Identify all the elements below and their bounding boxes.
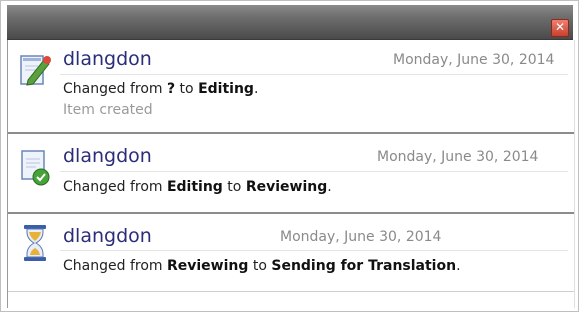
entry-separator [8,132,574,134]
close-icon: ✕ [554,20,566,34]
entry-divider [60,74,568,75]
close-button[interactable]: ✕ [551,19,569,37]
approved-document-icon [21,150,50,186]
entry-date: Monday, June 30, 2014 [377,149,539,165]
workflow-history-window: ✕ dlangdon Monday, June 30, 2014 Changed… [0,0,579,312]
hourglass-icon [24,225,46,261]
entry-separator [8,291,574,292]
from-status: Reviewing [166,258,249,274]
history-entry: dlangdon Monday, June 30, 2014 Changed f… [8,137,574,212]
from-status: ? [166,81,176,97]
status-change-text: Changed from Editing to Reviewing. [63,179,332,195]
username: dlangdon [63,225,152,247]
entry-date: Monday, June 30, 2014 [280,229,442,245]
status-change-text: Changed from Reviewing to Sending for Tr… [63,258,461,274]
username: dlangdon [63,145,152,167]
entry-date: Monday, June 30, 2014 [393,52,555,68]
history-entry: dlangdon Monday, June 30, 2014 Changed f… [8,40,574,130]
title-bar[interactable]: ✕ [7,5,573,40]
to-status: Reviewing [245,179,328,195]
history-entry: dlangdon Monday, June 30, 2014 Changed f… [8,217,574,292]
entry-note: Item created [63,102,153,118]
username: dlangdon [63,48,152,70]
entry-divider [60,171,568,172]
entry-divider [60,250,568,251]
to-status: Editing [198,81,254,97]
from-status: Editing [166,179,223,195]
edit-document-icon [20,55,51,86]
history-list[interactable]: dlangdon Monday, June 30, 2014 Changed f… [7,40,575,308]
to-status: Sending for Translation [271,258,457,274]
status-change-text: Changed from ? to Editing. [63,81,259,97]
entry-separator [8,212,574,214]
